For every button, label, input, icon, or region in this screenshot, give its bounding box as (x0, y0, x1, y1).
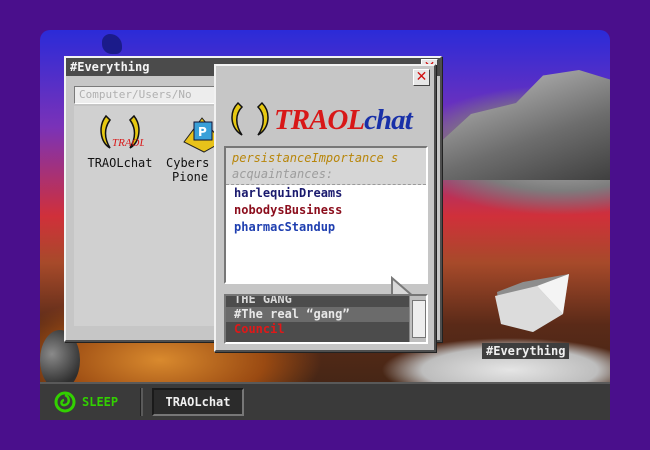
desktop-folder-icon[interactable] (493, 272, 573, 342)
file-label-traolchat: TRAOLchat (87, 156, 153, 170)
taskbar: SLEEP TRAOLchat (40, 382, 610, 420)
brand-chat: chat (364, 104, 413, 136)
contacts-list[interactable]: persistanceImportance s acquaintances: h… (224, 146, 428, 324)
traolchat-titlebar[interactable]: ✕ (216, 66, 434, 86)
traolchat-window[interactable]: ✕ TRAOLchat persistanceImportance s acqu… (214, 64, 436, 352)
sleep-swirl-icon (54, 391, 76, 413)
traolchat-close-button[interactable]: ✕ (413, 69, 430, 86)
contact-nobodys-business[interactable]: nobodysBusiness (226, 202, 426, 219)
contacts-group-name: persistanceImportance (232, 151, 384, 165)
traolchat-brand-text: TRAOLchat (274, 104, 413, 137)
everything-window-title: #Everything (70, 60, 150, 74)
wallpaper-figure (102, 34, 122, 54)
taskbar-separator (140, 388, 143, 416)
svg-text:P: P (198, 125, 207, 139)
channels-list[interactable]: THE GANG #The real “gang” Council (224, 294, 428, 344)
contact-harlequin-dreams[interactable]: harlequinDreams (226, 185, 426, 202)
brand-traol: TRAOL (274, 104, 365, 136)
file-traolchat[interactable]: TRAOL TRAOLchat (78, 112, 162, 170)
wallpaper-rock (435, 70, 610, 180)
sleep-label: SLEEP (82, 395, 119, 409)
channel-item[interactable]: Council (226, 322, 426, 337)
channel-item[interactable]: THE GANG (226, 296, 426, 307)
channels-scrollbar[interactable] (409, 296, 426, 342)
traolchat-horns-icon (231, 101, 269, 136)
traolchat-logo: TRAOLchat (228, 100, 428, 138)
scrollbar-thumb[interactable] (412, 300, 426, 338)
taskbar-item-traolchat[interactable]: TRAOLchat (152, 388, 244, 416)
sleep-button[interactable]: SLEEP (54, 390, 118, 414)
svg-text:TRAOL: TRAOL (112, 137, 144, 149)
traolchat-app-icon: TRAOL (96, 112, 146, 154)
contacts-subheader: acquaintances: (232, 167, 334, 181)
contact-pharmac-standup[interactable]: pharmacStandup (226, 219, 426, 236)
desktop-folder-label[interactable]: #Everything (482, 343, 570, 359)
contacts-header: persistanceImportance s acquaintances: (226, 148, 426, 185)
contacts-group-suffix: s (390, 151, 399, 165)
channel-item-selected[interactable]: #The real “gang” (226, 307, 426, 322)
